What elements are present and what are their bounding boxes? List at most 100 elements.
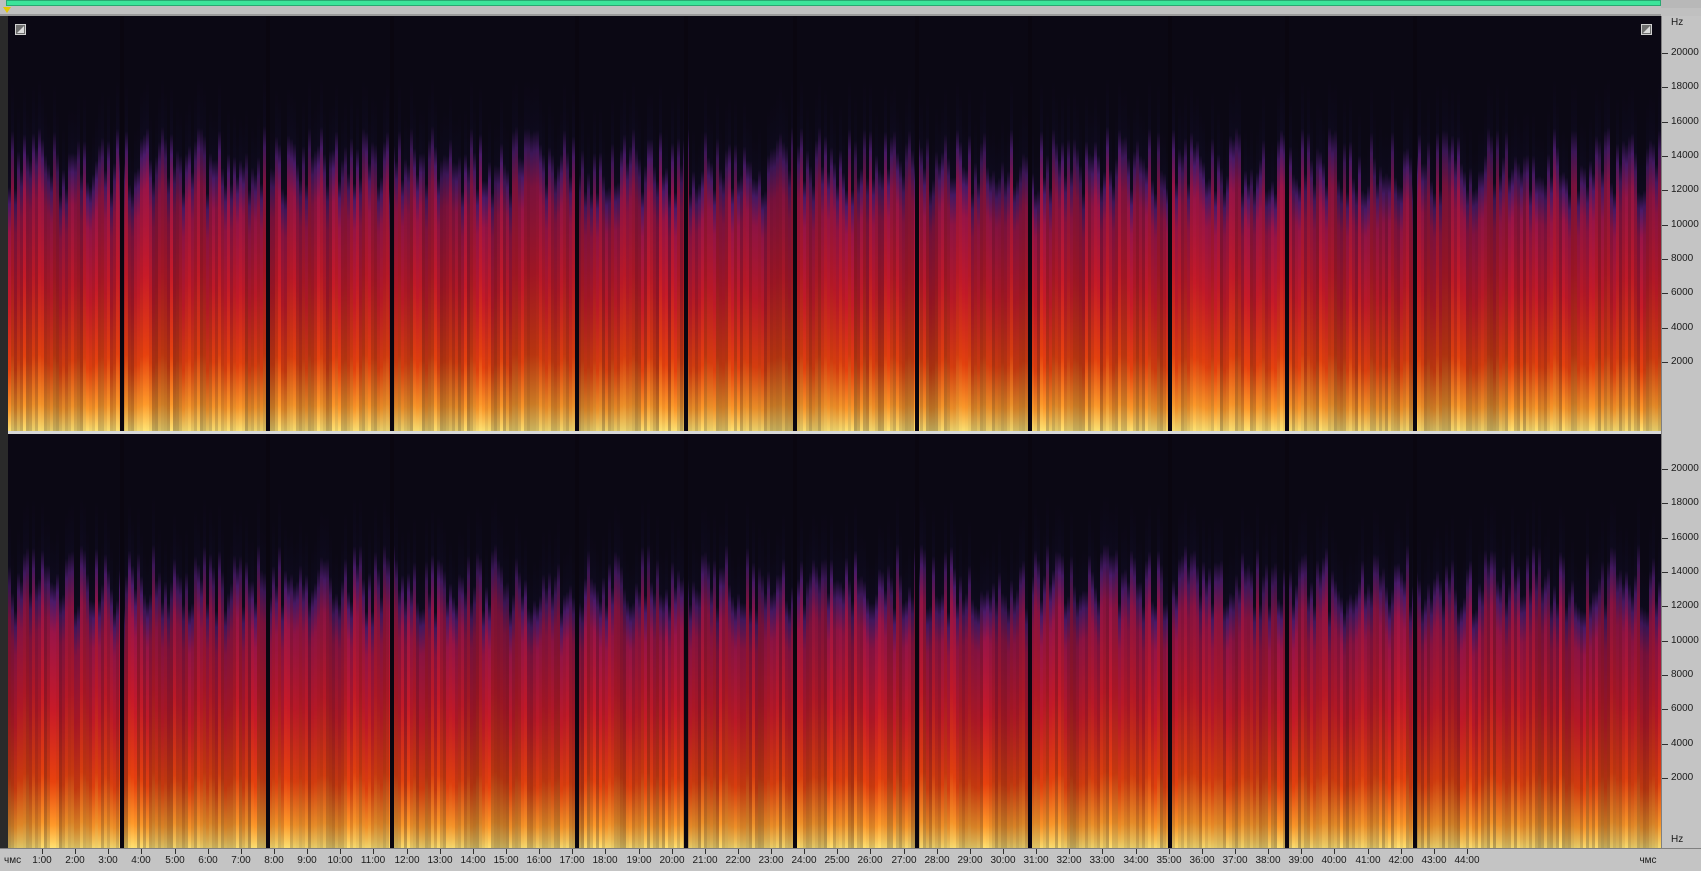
freq-tick (1662, 469, 1668, 470)
time-tick (1169, 849, 1170, 854)
playhead-marker-icon[interactable] (3, 7, 11, 13)
time-tick (870, 849, 871, 854)
time-tick (771, 849, 772, 854)
freq-tick-label: 20000 (1671, 463, 1699, 474)
time-tick-label: 33:00 (1089, 855, 1115, 866)
time-tick-label: 27:00 (891, 855, 917, 866)
freq-tick (1662, 778, 1668, 779)
time-tick-label: 41:00 (1355, 855, 1381, 866)
time-tick (572, 849, 573, 854)
freq-tick (1662, 190, 1668, 191)
time-tick-label: 37:00 (1222, 855, 1248, 866)
freq-tick-label: 12000 (1671, 600, 1699, 611)
time-tick (970, 849, 971, 854)
time-tick (904, 849, 905, 854)
time-tick-label: 25:00 (824, 855, 850, 866)
time-tick-label: 22:00 (725, 855, 751, 866)
freq-tick-label: 14000 (1671, 566, 1699, 577)
time-tick-label: 35:00 (1156, 855, 1182, 866)
time-tick-label: 1:00 (32, 855, 52, 866)
freq-tick-label: 16000 (1671, 116, 1699, 127)
freq-tick-label: 14000 (1671, 150, 1699, 161)
time-axis[interactable]: чмс чмс 1:00 2:00 3:00 4:00 5:00 6:00 7:00 8:00… (0, 848, 1701, 871)
freq-tick-label: 2000 (1671, 356, 1694, 367)
time-tick-label: 16:00 (526, 855, 552, 866)
time-tick (175, 849, 176, 854)
zoom-corner-right-icon[interactable] (1641, 24, 1652, 35)
freq-tick-label: 18000 (1671, 497, 1699, 508)
time-tick-label: 15:00 (493, 855, 519, 866)
time-tick-label: 19:00 (626, 855, 652, 866)
time-tick (274, 849, 275, 854)
freq-tick-label: 12000 (1671, 184, 1699, 195)
time-tick-label: 4:00 (131, 855, 151, 866)
time-tick (1434, 849, 1435, 854)
time-tick-label: 34:00 (1123, 855, 1149, 866)
time-tick (506, 849, 507, 854)
time-tick (937, 849, 938, 854)
time-tick-label: 21:00 (692, 855, 718, 866)
time-tick-label: 40:00 (1321, 855, 1347, 866)
zoom-corner-left-icon[interactable] (15, 24, 26, 35)
freq-tick-label: 20000 (1671, 47, 1699, 58)
freq-unit-label: Hz (1671, 17, 1684, 28)
time-tick-label: 17:00 (559, 855, 585, 866)
time-tick (1202, 849, 1203, 854)
freq-unit-label: Hz (1671, 834, 1684, 845)
time-tick-label: 29:00 (957, 855, 983, 866)
freq-tick (1662, 259, 1668, 260)
time-tick (141, 849, 142, 854)
time-tick-label: 5:00 (165, 855, 185, 866)
freq-tick-label: 16000 (1671, 532, 1699, 543)
time-tick-label: 10:00 (327, 855, 353, 866)
waveform-overview-bar[interactable] (6, 0, 1661, 6)
left-gutter (0, 16, 8, 848)
spectrogram-channel-right[interactable] (8, 434, 1661, 850)
time-tick (1401, 849, 1402, 854)
time-tick (473, 849, 474, 854)
spectrogram-channel-left[interactable] (8, 16, 1661, 432)
freq-tick (1662, 641, 1668, 642)
freq-tick-label: 4000 (1671, 738, 1694, 749)
time-tick (1368, 849, 1369, 854)
freq-tick (1662, 503, 1668, 504)
time-tick-label: 39:00 (1288, 855, 1314, 866)
time-tick-label: 23:00 (758, 855, 784, 866)
time-tick-label: 43:00 (1421, 855, 1447, 866)
freq-tick (1662, 606, 1668, 607)
time-tick-label: 28:00 (924, 855, 950, 866)
time-tick (407, 849, 408, 854)
time-tick (241, 849, 242, 854)
freq-tick-label: 8000 (1671, 669, 1694, 680)
time-tick-label: 44:00 (1454, 855, 1480, 866)
time-tick (1102, 849, 1103, 854)
time-tick-label: 6:00 (198, 855, 218, 866)
time-tick (1301, 849, 1302, 854)
time-tick-label: 26:00 (857, 855, 883, 866)
time-tick-label: 30:00 (990, 855, 1016, 866)
time-tick (108, 849, 109, 854)
freq-tick-label: 10000 (1671, 635, 1699, 646)
freq-tick (1662, 122, 1668, 123)
time-tick (705, 849, 706, 854)
freq-tick (1662, 53, 1668, 54)
freq-tick-label: 10000 (1671, 219, 1699, 230)
time-tick (440, 849, 441, 854)
time-tick-label: 7:00 (231, 855, 251, 866)
time-tick-label: 32:00 (1056, 855, 1082, 866)
freq-tick-label: 6000 (1671, 703, 1694, 714)
time-tick-label: 36:00 (1189, 855, 1215, 866)
time-tick-label: 31:00 (1023, 855, 1049, 866)
freq-tick (1662, 293, 1668, 294)
time-tick-label: 38:00 (1255, 855, 1281, 866)
freq-tick-label: 4000 (1671, 322, 1694, 333)
time-tick (639, 849, 640, 854)
freq-tick (1662, 538, 1668, 539)
time-tick-label: 9:00 (297, 855, 317, 866)
spectral-editor: Hz 20000 18000 16000 14000 12000 10000 8000 600… (0, 0, 1701, 871)
time-tick-label: 42:00 (1388, 855, 1414, 866)
time-tick (672, 849, 673, 854)
time-tick (1136, 849, 1137, 854)
time-tick-label: 14:00 (460, 855, 486, 866)
time-tick (539, 849, 540, 854)
